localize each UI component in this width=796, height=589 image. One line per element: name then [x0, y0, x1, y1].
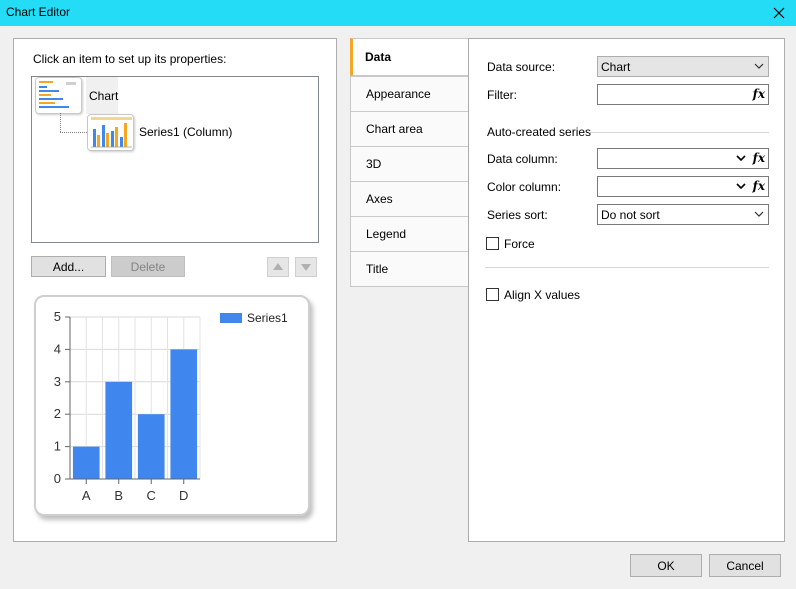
delete-button[interactable]: Delete: [111, 256, 185, 277]
ok-button[interactable]: OK: [630, 554, 702, 577]
series-sort-select[interactable]: Do not sort: [597, 204, 769, 225]
data-properties-panel: Data source: Chart Filter: fx Auto-creat…: [468, 38, 785, 542]
chevron-down-icon: [754, 63, 764, 69]
tab-legend[interactable]: Legend: [350, 216, 469, 252]
color-column-label: Color column:: [487, 180, 562, 194]
chevron-down-icon: [736, 183, 746, 190]
auto-created-series-heading: Auto-created series: [487, 125, 592, 139]
hint-text: Click an item to set up its properties:: [33, 52, 227, 66]
y-tick-label: 3: [54, 374, 61, 389]
align-x-values-checkbox[interactable]: [486, 288, 499, 301]
close-button[interactable]: [762, 0, 796, 26]
y-tick-label: 4: [54, 341, 61, 356]
series-node-icon[interactable]: [87, 114, 134, 151]
y-tick-label: 2: [54, 406, 61, 421]
chevron-down-icon: [754, 211, 764, 217]
tab-3d[interactable]: 3D: [350, 146, 469, 182]
move-down-button[interactable]: [295, 257, 317, 277]
close-icon: [773, 7, 785, 19]
cancel-button[interactable]: Cancel: [709, 554, 781, 577]
column-chart-thumbnail-icon: [88, 115, 133, 150]
y-tick-label: 0: [54, 471, 61, 486]
tab-appearance[interactable]: Appearance: [350, 76, 469, 112]
align-x-values-label[interactable]: Align X values: [504, 288, 580, 302]
move-down-icon: [301, 264, 311, 271]
formula-icon[interactable]: fx: [753, 151, 765, 165]
window-title: Chart Editor: [6, 5, 71, 19]
legend-swatch: [220, 313, 242, 323]
data-source-label: Data source:: [487, 60, 556, 74]
force-label[interactable]: Force: [504, 237, 535, 251]
x-tick-label: B: [114, 488, 123, 503]
tree-item-chart[interactable]: Chart: [89, 89, 118, 103]
add-button[interactable]: Add...: [31, 256, 106, 277]
force-checkbox[interactable]: [486, 237, 499, 250]
filter-label: Filter:: [487, 88, 517, 102]
tree-connector: [60, 113, 61, 132]
formula-icon[interactable]: fx: [753, 87, 765, 101]
chevron-down-icon: [736, 155, 746, 162]
title-bar: Chart Editor: [0, 0, 796, 26]
tab-title[interactable]: Title: [350, 251, 469, 287]
column-chart: 0 1 2 3 4 5 A B C D Series1: [54, 309, 288, 503]
x-tick-label: D: [179, 488, 188, 503]
left-panel: Click an item to set up its properties: …: [13, 38, 337, 542]
color-column-select[interactable]: fx: [597, 176, 769, 197]
section-separator: [485, 267, 769, 268]
bar-b: [105, 381, 133, 479]
chart-node-icon[interactable]: [35, 77, 82, 114]
move-up-icon: [273, 263, 283, 270]
legend-label: Series1: [247, 311, 288, 325]
data-source-value: Chart: [601, 60, 631, 74]
section-separator: [589, 132, 769, 133]
chart-thumbnail-icon: [36, 78, 81, 113]
item-tree[interactable]: Chart Series1 (Column): [31, 76, 319, 243]
tab-data[interactable]: Data: [350, 38, 469, 76]
tab-axes[interactable]: Axes: [350, 181, 469, 217]
tab-chart-area[interactable]: Chart area: [350, 111, 469, 147]
data-column-label: Data column:: [487, 152, 558, 166]
data-source-select[interactable]: Chart: [597, 56, 769, 77]
tree-connector: [60, 132, 87, 133]
bar-c: [137, 414, 165, 479]
y-tick-label: 1: [54, 439, 61, 454]
x-tick-label: C: [147, 488, 156, 503]
x-tick-label: A: [82, 488, 91, 503]
tree-item-series1[interactable]: Series1 (Column): [139, 125, 232, 139]
formula-icon[interactable]: fx: [753, 179, 765, 193]
data-column-select[interactable]: fx: [597, 148, 769, 169]
series-sort-label: Series sort:: [487, 208, 548, 222]
move-up-button[interactable]: [267, 257, 289, 277]
chart-preview: 0 1 2 3 4 5 A B C D Series1: [34, 295, 310, 516]
filter-input[interactable]: fx: [597, 84, 769, 105]
series-sort-value: Do not sort: [601, 208, 660, 222]
y-tick-label: 5: [54, 309, 61, 324]
bar-d: [170, 349, 198, 479]
bar-a: [72, 446, 100, 479]
